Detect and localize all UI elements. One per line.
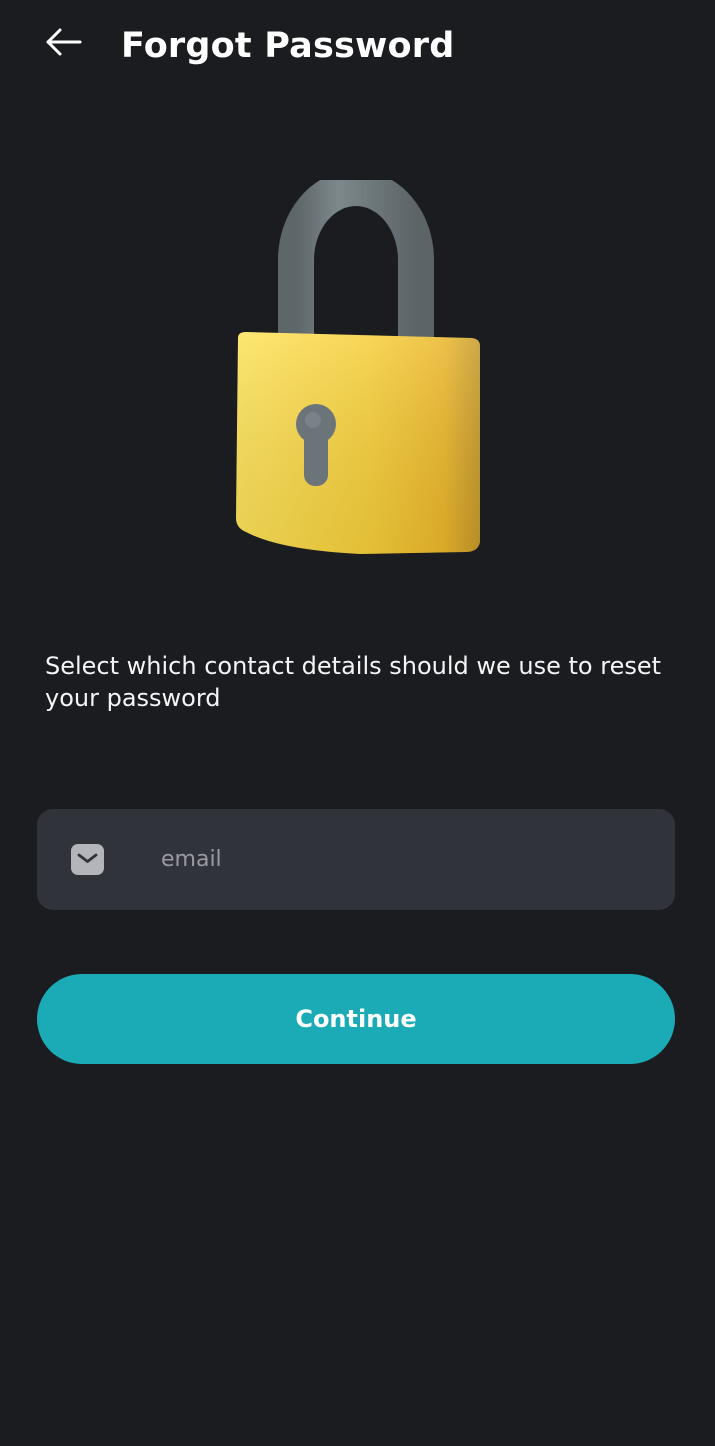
app-header: Forgot Password	[0, 0, 715, 92]
mail-icon	[71, 844, 104, 875]
reset-instructions: Select which contact details should we u…	[45, 652, 662, 712]
padlock-icon	[236, 170, 480, 554]
back-button[interactable]	[40, 20, 88, 64]
email-input[interactable]	[161, 839, 641, 879]
padlock-illustration	[220, 170, 500, 570]
email-field[interactable]	[37, 809, 675, 910]
arrow-left-icon	[46, 28, 82, 56]
page-title: Forgot Password	[121, 26, 455, 66]
continue-button[interactable]: Continue	[37, 974, 675, 1064]
